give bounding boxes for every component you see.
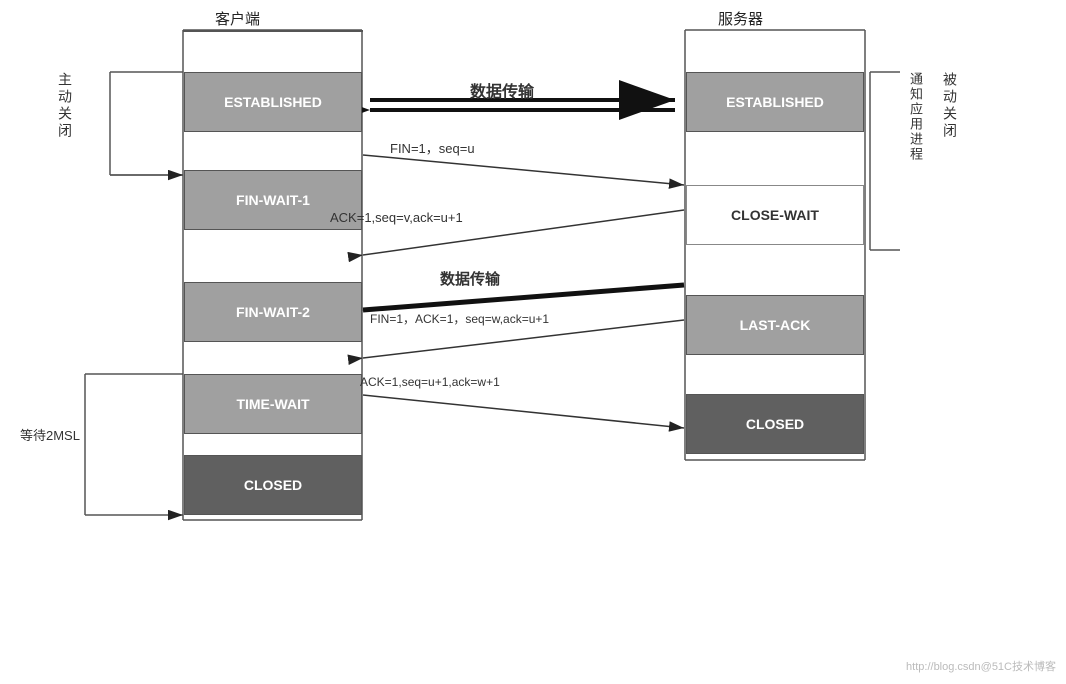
fin2-label: FIN=1，ACK=1，seq=w,ack=u+1 xyxy=(370,310,549,327)
data-transfer-top-label: 数据传输 xyxy=(470,78,534,102)
server-close-wait: CLOSE-WAIT xyxy=(686,185,864,245)
client-time-wait: TIME-WAIT xyxy=(184,374,362,434)
client-established: ESTABLISHED xyxy=(184,72,362,132)
server-header: 服务器 xyxy=(718,8,763,29)
data-transfer-mid-label: 数据传输 xyxy=(440,268,500,289)
client-header: 客户端 xyxy=(215,8,260,29)
notify-app-label: 通知应用进程 xyxy=(906,72,925,162)
watermark: http://blog.csdn@51C技术博客 xyxy=(906,658,1056,674)
ack2-label: ACK=1,seq=u+1,ack=w+1 xyxy=(360,375,500,389)
wait-2msl-label: 等待2MSL xyxy=(20,425,80,444)
server-established: ESTABLISHED xyxy=(686,72,864,132)
client-fin-wait-2: FIN-WAIT-2 xyxy=(184,282,362,342)
server-last-ack: LAST-ACK xyxy=(686,295,864,355)
client-closed: CLOSED xyxy=(184,455,362,515)
passive-close-label: 被动关闭 xyxy=(940,72,960,140)
ack1-label: ACK=1,seq=v,ack=u+1 xyxy=(330,210,463,225)
active-close-label: 主动关闭 xyxy=(55,72,75,140)
fin1-label: FIN=1，seq=u xyxy=(390,138,475,157)
server-closed: CLOSED xyxy=(686,394,864,454)
diagram: 客户端 服务器 ESTABLISHED FIN-WAIT-1 FIN-WAIT-… xyxy=(0,0,1066,684)
